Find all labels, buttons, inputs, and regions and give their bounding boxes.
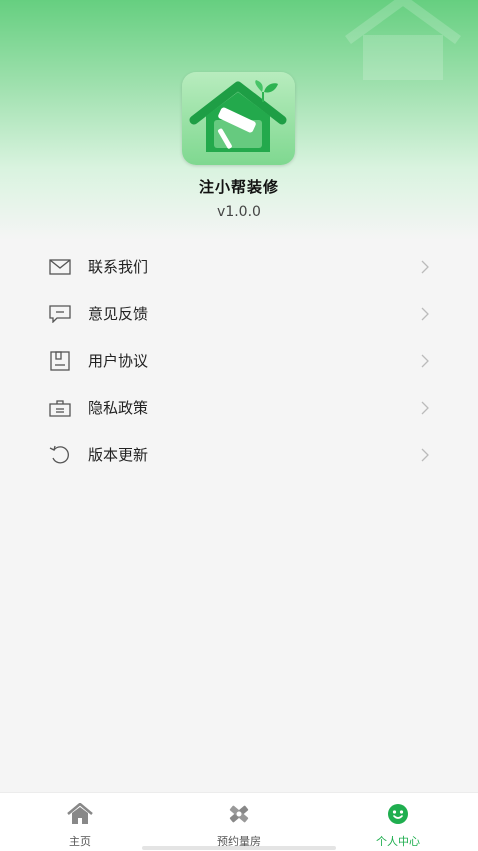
menu-item-label: 版本更新 — [88, 446, 149, 464]
tab-booking[interactable]: 预约量房 — [179, 793, 299, 851]
bottom-tab-bar: 主页 预约量房 个人中心 — [0, 792, 478, 851]
menu-item-privacy-policy[interactable]: 隐私政策 — [0, 384, 478, 431]
chevron-right-icon — [421, 307, 429, 320]
mail-icon — [48, 257, 72, 277]
app-logo — [182, 72, 295, 165]
briefcase-icon — [48, 398, 72, 418]
menu-item-label: 意见反馈 — [88, 305, 149, 323]
settings-menu: 联系我们 意见反馈 用户协议 隐私政策 版本更新 — [0, 243, 478, 478]
message-icon — [48, 304, 72, 324]
menu-item-label: 隐私政策 — [88, 399, 149, 417]
document-icon — [48, 350, 72, 371]
home-indicator — [142, 846, 336, 850]
home-icon — [67, 803, 93, 824]
tab-home[interactable]: 主页 — [20, 793, 140, 851]
house-roller-icon — [189, 80, 287, 152]
chevron-right-icon — [421, 401, 429, 414]
refresh-icon — [48, 445, 72, 465]
menu-item-contact-us[interactable]: 联系我们 — [0, 243, 478, 290]
app-name: 注小帮装修 — [198, 178, 279, 196]
menu-item-feedback[interactable]: 意见反馈 — [0, 290, 478, 337]
menu-item-user-agreement[interactable]: 用户协议 — [0, 337, 478, 384]
app-version: v1.0.0 — [217, 204, 261, 220]
tab-label: 主页 — [69, 835, 91, 848]
chevron-right-icon — [421, 260, 429, 273]
tools-icon — [229, 805, 249, 823]
tab-label: 个人中心 — [376, 835, 420, 848]
smiley-icon — [388, 804, 408, 824]
menu-item-version-update[interactable]: 版本更新 — [0, 431, 478, 478]
menu-item-label: 联系我们 — [88, 258, 149, 276]
chevron-right-icon — [421, 448, 429, 461]
chevron-right-icon — [421, 354, 429, 367]
menu-item-label: 用户协议 — [88, 352, 149, 370]
tab-profile[interactable]: 个人中心 — [338, 793, 458, 851]
background-house-watermark — [345, 0, 461, 80]
